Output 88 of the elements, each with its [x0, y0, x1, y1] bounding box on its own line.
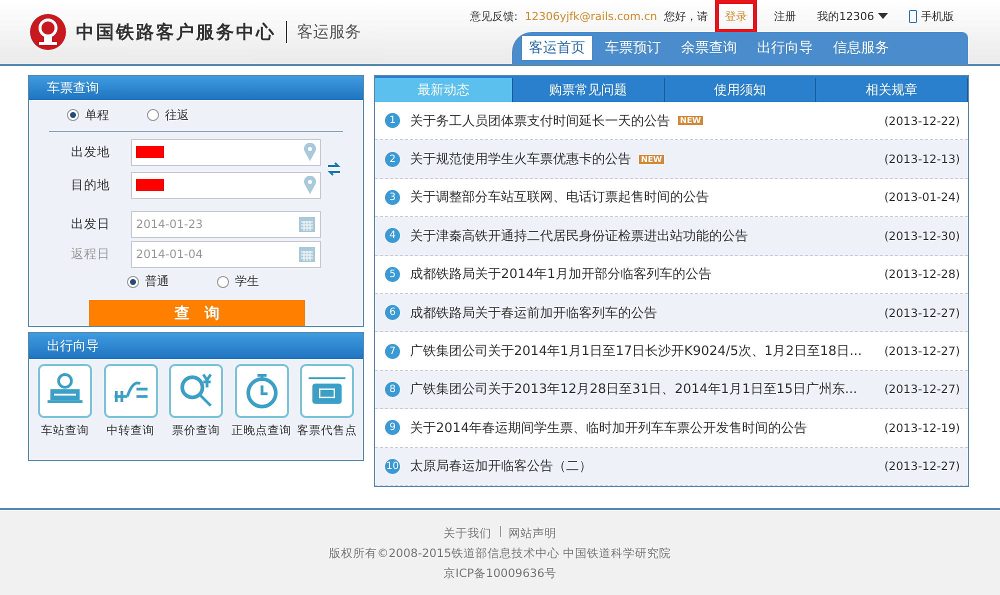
- news-title[interactable]: 关于务工人员团体票支付时间延长一天的公告: [410, 112, 670, 130]
- number-badge: 5: [385, 266, 400, 282]
- guide-link[interactable]: 票价查询: [172, 423, 220, 438]
- news-date: (2013-12-22): [884, 114, 960, 128]
- icp-text: 京ICP备10009636号: [444, 566, 556, 581]
- radio-option[interactable]: 单程: [67, 106, 109, 124]
- guide-link[interactable]: 客票代售点: [297, 423, 357, 438]
- news-tab[interactable]: 相关规章: [816, 78, 968, 102]
- station-field[interactable]: [131, 138, 321, 166]
- news-title[interactable]: 关于规范使用学生火车票优惠卡的公告: [410, 150, 631, 168]
- track-icon[interactable]: [104, 364, 158, 418]
- footer-link[interactable]: 网站声明: [508, 526, 556, 541]
- news-date: (2013-12-13): [884, 152, 960, 166]
- news-title[interactable]: 成都铁路局关于2014年1月加开部分临客列车的公告: [410, 265, 712, 284]
- site-title: 中国铁路客户服务中心: [76, 21, 276, 44]
- location-pin-icon[interactable]: [304, 176, 316, 194]
- footer-link[interactable]: 关于我们: [444, 526, 492, 541]
- number-badge: 3: [385, 190, 400, 205]
- number-badge: 8: [385, 382, 400, 397]
- radio-option[interactable]: 往返: [147, 106, 189, 124]
- number-badge: 4: [385, 228, 400, 244]
- news-tab[interactable]: 使用须知: [664, 78, 816, 102]
- new-badge: NEW: [678, 116, 703, 126]
- news-tab[interactable]: 购票常见问题: [512, 78, 665, 102]
- copyright-text: 版权所有©2008-2015铁道部信息技术中心 中国铁道科学研究院: [329, 546, 671, 561]
- feedback-label: 意见反馈:: [470, 8, 518, 24]
- ticket-sign-icon[interactable]: [300, 364, 354, 418]
- news-title[interactable]: 关于津秦高铁开通持二代居民身份证检票进出站功能的公告: [410, 226, 748, 245]
- news-row[interactable]: 8 广铁集团公司关于2013年12月28日至31日、2014年1月1日至15日广州东... (2013-12-27): [375, 370, 968, 410]
- dropdown-caret-icon[interactable]: [878, 13, 888, 19]
- field-label: 出发日: [70, 216, 111, 233]
- news-title[interactable]: 关于调整部分车站互联网、电话订票起售时间的公告: [410, 188, 709, 206]
- phone-icon[interactable]: [909, 10, 918, 22]
- news-row[interactable]: 4 关于津秦高铁开通持二代居民身份证检票进出站功能的公告 (2013-12-30): [375, 217, 968, 256]
- nav-tab[interactable]: 出行向导: [750, 36, 820, 60]
- number-badge: 1: [385, 113, 400, 128]
- magnifier-icon[interactable]: [169, 364, 223, 418]
- guide-link[interactable]: 正晚点查询: [232, 423, 292, 438]
- railway-logo: [30, 14, 66, 50]
- new-badge: NEW: [639, 154, 664, 164]
- news-row[interactable]: 10 太原局春运加开临客公告（二） (2013-12-27): [375, 448, 968, 486]
- panel-header: 车票查询: [29, 76, 363, 100]
- guide-link[interactable]: 车站查询: [41, 423, 89, 438]
- register-link[interactable]: 注册: [774, 8, 796, 24]
- stopwatch-icon[interactable]: [234, 364, 288, 418]
- news-date: (2013-12-27): [884, 382, 960, 396]
- field-label: 目的地: [70, 176, 111, 194]
- news-title[interactable]: 关于2014年春运期间学生票、临时加开列车车票公开发售时间的公告: [410, 418, 808, 437]
- field-label: 出发地: [70, 144, 111, 161]
- news-title[interactable]: 广铁集团公司关于2013年12月28日至31日、2014年1月1日至15日广州东...: [410, 380, 858, 398]
- news-date: (2013-12-27): [884, 306, 960, 320]
- station-icon[interactable]: [38, 364, 92, 418]
- panel-header: 出行向导: [29, 333, 363, 359]
- news-date: (2013-12-30): [884, 228, 960, 243]
- number-badge: 7: [385, 344, 400, 359]
- news-title[interactable]: 成都铁路局关于春运前加开临客列车的公告: [410, 304, 657, 322]
- guide-link[interactable]: 中转查询: [106, 423, 154, 438]
- news-date: (2013-01-24): [884, 190, 960, 204]
- number-badge: 2: [385, 152, 400, 167]
- swap-icon[interactable]: [327, 162, 341, 176]
- nav-tab[interactable]: 车票预订: [598, 36, 668, 60]
- nav-tab[interactable]: 客运首页: [522, 36, 592, 60]
- calendar-icon[interactable]: [298, 215, 316, 234]
- nav-tab[interactable]: 信息服务: [826, 36, 896, 60]
- site-subtitle: 客运服务: [297, 22, 361, 42]
- news-date: (2013-12-27): [884, 344, 960, 358]
- mobile-version-link[interactable]: 手机版: [909, 8, 954, 24]
- news-row[interactable]: 2 关于规范使用学生火车票优惠卡的公告 NEW (2013-12-13): [375, 140, 968, 179]
- news-title[interactable]: 广铁集团公司关于2014年1月1日至17日长沙开K9024/5次、1月2日至18日...: [410, 342, 862, 360]
- station-field[interactable]: [131, 172, 321, 199]
- number-badge: 9: [385, 420, 400, 436]
- news-date: (2013-12-28): [884, 267, 960, 282]
- field-label: 返程日: [70, 246, 111, 263]
- calendar-icon[interactable]: [298, 245, 316, 264]
- redaction-mark: [136, 179, 164, 192]
- greeting-text: 您好，请: [664, 8, 708, 24]
- number-badge: 10: [385, 458, 400, 474]
- number-badge: 6: [385, 305, 400, 320]
- my-account-menu[interactable]: 我的12306: [817, 8, 888, 24]
- news-title[interactable]: 太原局春运加开临客公告（二）: [410, 457, 592, 476]
- radio-option[interactable]: 学生: [217, 273, 259, 290]
- radio-option[interactable]: 普通: [127, 273, 169, 290]
- redaction-mark: [136, 146, 164, 158]
- news-row[interactable]: 6 成都铁路局关于春运前加开临客列车的公告 (2013-12-27): [375, 294, 968, 332]
- news-date: (2013-12-27): [884, 459, 960, 474]
- news-date: (2013-12-19): [884, 420, 960, 435]
- location-pin-icon[interactable]: [304, 143, 316, 162]
- nav-tab[interactable]: 余票查询: [674, 36, 744, 60]
